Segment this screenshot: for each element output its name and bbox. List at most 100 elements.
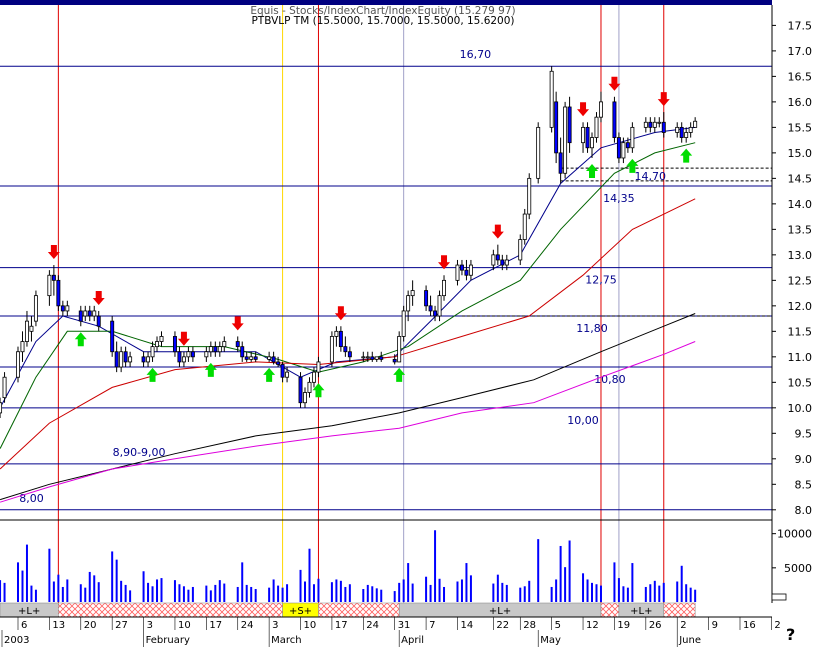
level-label: 10,00 — [567, 414, 599, 427]
candle-body — [374, 356, 379, 360]
level-label: 12,75 — [585, 274, 617, 287]
date-tick-label: 20 — [84, 620, 97, 631]
candle-body — [329, 336, 334, 363]
candle-body — [442, 279, 446, 297]
candle-body — [468, 264, 473, 276]
candle-body — [235, 341, 240, 348]
month-label: February — [146, 635, 190, 646]
candle-body — [643, 121, 648, 128]
candle-body — [0, 402, 3, 414]
candle-body — [92, 310, 97, 317]
y-tick-label: 13.5 — [788, 223, 813, 236]
stock-chart: 16,70 14,35 12,75 11,80 10,80 10,00 8,90-9,00 8… — [0, 0, 816, 647]
date-tick-label: 17 — [209, 620, 222, 631]
month-label: 2003 — [4, 635, 29, 646]
candle-body — [679, 126, 684, 138]
candle-body — [437, 295, 442, 317]
bottom-band-label: +L+ — [18, 606, 40, 617]
candle-body — [222, 341, 227, 348]
candle-body — [128, 356, 133, 363]
date-tick-label: 5 — [555, 620, 561, 631]
date-tick-label: 3 — [272, 620, 278, 631]
date-tick-label: 14 — [460, 620, 473, 631]
y-tick-label: 10.0 — [788, 402, 813, 415]
candle-body — [146, 356, 151, 363]
candle-body — [285, 371, 290, 378]
help-question-mark[interactable]: ? — [786, 625, 795, 644]
date-tick-label: 13 — [52, 620, 65, 631]
candle-body — [96, 315, 101, 327]
candle-body — [536, 126, 541, 179]
candle-body — [29, 325, 34, 332]
candle-body — [217, 346, 222, 353]
y-tick-label: 16.0 — [788, 96, 813, 109]
level-label: 11,80 — [576, 322, 608, 335]
candle-body — [379, 356, 384, 360]
candle-body — [491, 254, 496, 266]
candle-body — [616, 137, 621, 159]
chart-header-line2: PTBVLP TM (15.5000, 15.7000, 15.5000, 15… — [251, 15, 514, 27]
bottom-band — [600, 602, 620, 618]
candle-body — [276, 361, 281, 365]
candle-body — [661, 121, 666, 133]
candle-body — [280, 364, 285, 378]
y-tick-label: 15.0 — [788, 147, 813, 160]
y-tick-label: 10.5 — [788, 376, 813, 389]
candle-body — [504, 259, 509, 266]
date-tick-label: 12 — [586, 620, 599, 631]
y-tick-label: 17.5 — [788, 19, 813, 32]
candle-body — [213, 346, 218, 353]
date-tick-label: 22 — [496, 620, 509, 631]
candle-body — [688, 126, 693, 133]
candle-body — [240, 346, 245, 358]
candle-body — [365, 356, 370, 359]
candle-body — [406, 295, 411, 312]
candle-body — [518, 239, 523, 261]
candle-body — [208, 346, 213, 353]
candle-body — [298, 376, 303, 404]
y-tick-label: 12.0 — [788, 300, 813, 313]
candle-body — [684, 132, 689, 138]
candle-body — [428, 305, 433, 312]
candle-body — [347, 351, 352, 358]
candle-body — [581, 126, 586, 144]
bottom-band — [318, 602, 400, 618]
level-label: 8,00 — [19, 492, 44, 505]
candle-body — [500, 259, 505, 266]
candle-body — [612, 101, 617, 138]
y-tick-label: 16.5 — [788, 70, 813, 83]
y-tick-label: 8.5 — [795, 478, 813, 491]
date-tick-label: 31 — [398, 620, 411, 631]
date-tick-label: 7 — [429, 620, 435, 631]
candle-body — [110, 320, 115, 353]
candle-body — [527, 177, 532, 215]
candle-body — [563, 106, 568, 174]
candle-body — [401, 310, 406, 337]
y-tick-label: 15.5 — [788, 121, 813, 134]
candle-body — [271, 356, 276, 363]
candle-body — [177, 351, 182, 363]
candle-body — [594, 116, 599, 138]
candle-body — [159, 336, 164, 342]
y-tick-label: 9.0 — [795, 453, 813, 466]
candle-body — [65, 305, 70, 312]
candle-body — [190, 351, 195, 358]
candle-body — [558, 152, 563, 174]
y-tick-label: 12.5 — [788, 274, 813, 287]
candle-body — [244, 356, 249, 360]
bottom-band — [58, 602, 283, 618]
month-label: March — [271, 635, 301, 646]
candle-body — [567, 106, 572, 144]
candle-body — [33, 295, 38, 322]
candle-body — [47, 274, 52, 297]
date-tick-label: 2 — [680, 620, 686, 631]
candle-body — [459, 264, 464, 271]
bottom-band-label: +L+ — [630, 606, 652, 617]
candle-body — [2, 376, 7, 399]
candle-body — [652, 121, 657, 128]
candle-body — [24, 320, 29, 342]
candle-body — [464, 269, 469, 276]
candle-body — [549, 70, 554, 128]
volume-tick-label: 5000 — [784, 562, 812, 575]
candle-body — [334, 330, 339, 337]
